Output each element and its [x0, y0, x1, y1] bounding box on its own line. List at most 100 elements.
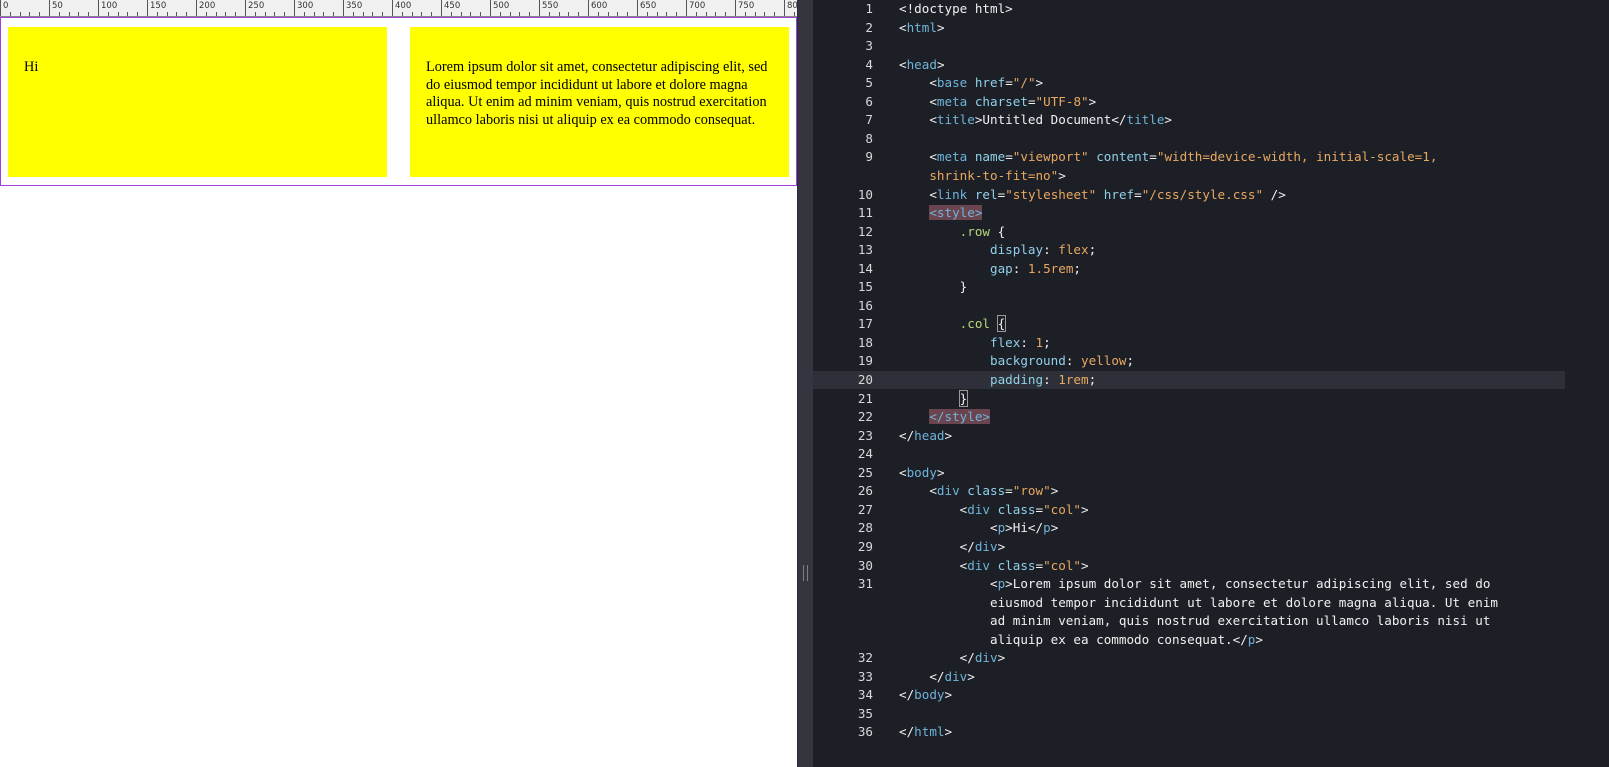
code-token: 1: [1035, 334, 1044, 350]
code-text: <html>: [899, 19, 945, 38]
line-number: 19: [857, 353, 873, 369]
line-number: 8: [865, 130, 873, 146]
code-text: </html>: [899, 723, 952, 742]
code-token: <: [899, 464, 907, 480]
code-text: eiusmod tempor incididunt ut labore et d…: [899, 594, 1498, 613]
code-line[interactable]: 34 </body>: [813, 686, 1609, 705]
preview-col-2[interactable]: Lorem ipsum dolor sit amet, consectetur …: [410, 27, 789, 177]
line-number: 18: [857, 334, 873, 350]
code-token: gap: [899, 260, 1013, 276]
code-line[interactable]: 4 <head>: [813, 56, 1609, 75]
code-line[interactable]: 15 }: [813, 278, 1609, 297]
line-number: 16: [857, 297, 873, 313]
code-token: :: [1043, 372, 1059, 387]
code-line[interactable]: 32 </div>: [813, 649, 1609, 668]
ruler-tick: [29, 12, 30, 16]
code-text: </div>: [899, 668, 975, 687]
code-token: >: [1088, 93, 1097, 109]
line-number: 21: [857, 390, 873, 406]
code-token: <: [899, 149, 937, 165]
code-line[interactable]: 29 </div>: [813, 538, 1609, 557]
code-token: </: [899, 687, 915, 703]
ruler-tick: [686, 0, 687, 16]
ruler-label: 200: [199, 1, 216, 11]
code-line[interactable]: 19 background: yellow;: [813, 352, 1609, 371]
code-token: <: [899, 19, 907, 35]
ruler-label: 500: [493, 1, 510, 11]
ruler-label: 300: [297, 1, 314, 11]
code-token: >Hi</: [1005, 520, 1044, 536]
code-token: "viewport": [1012, 149, 1089, 165]
code-line[interactable]: 21 }: [813, 389, 1609, 409]
ruler-tick: [519, 12, 520, 16]
code-token: =: [1005, 75, 1013, 91]
ruler-tick: [225, 12, 226, 16]
code-line[interactable]: 22 </style>: [813, 408, 1609, 427]
code-token: class: [990, 557, 1036, 573]
code-token: =: [1027, 93, 1036, 109]
code-token: body: [914, 687, 945, 703]
code-token: base: [936, 75, 968, 91]
code-line[interactable]: aliquip ex ea commodo consequat.</p>: [813, 631, 1609, 650]
code-token: title: [936, 112, 975, 128]
code-line[interactable]: 8: [813, 130, 1609, 149]
code-token: <: [899, 93, 937, 109]
code-line[interactable]: 7 <title>Untitled Document</title>: [813, 111, 1609, 130]
ruler-tick: [500, 12, 501, 16]
code-line[interactable]: 30 <div class="col">: [813, 557, 1609, 576]
code-token: html: [914, 724, 945, 740]
code-line[interactable]: 14 gap: 1.5rem;: [813, 260, 1609, 279]
code-line[interactable]: 24: [813, 445, 1609, 464]
code-line[interactable]: 16: [813, 297, 1609, 316]
code-line[interactable]: 17 .col {: [813, 315, 1609, 334]
code-line[interactable]: eiusmod tempor incididunt ut labore et d…: [813, 594, 1609, 613]
line-number: 30: [857, 557, 873, 573]
code-token: head: [906, 56, 937, 72]
code-line[interactable]: 25 <body>: [813, 464, 1609, 483]
code-line[interactable]: 35: [813, 705, 1609, 724]
splitter-grip-icon[interactable]: [803, 565, 808, 581]
code-line[interactable]: 20 padding: 1rem;: [813, 371, 1609, 390]
code-token: :: [1065, 353, 1081, 369]
ruler-label: 750: [738, 1, 755, 11]
code-token: "width=device-width, initial-scale=1,: [1156, 149, 1438, 165]
code-line[interactable]: 5 <base href="/">: [813, 74, 1609, 93]
code-line[interactable]: 27 <div class="col">: [813, 501, 1609, 520]
ruler-tick: [137, 12, 138, 16]
code-line[interactable]: 6 <meta charset="UTF-8">: [813, 93, 1609, 112]
code-line[interactable]: 36 </html>: [813, 723, 1609, 742]
code-token: />: [1263, 186, 1286, 202]
code-line[interactable]: 3: [813, 37, 1609, 56]
code-line[interactable]: 33 </div>: [813, 668, 1609, 687]
code-line[interactable]: 11 <style>: [813, 204, 1609, 223]
code-line[interactable]: 18 flex: 1;: [813, 334, 1609, 353]
code-line[interactable]: 13 display: flex;: [813, 241, 1609, 260]
code-line[interactable]: 23 </head>: [813, 427, 1609, 446]
code-token: ;: [1088, 242, 1097, 258]
code-line[interactable]: 28 <p>Hi</p>: [813, 519, 1609, 538]
code-editor[interactable]: 1 <!doctype html> 2 <html> 3 4 <head> 5 <base h…: [813, 0, 1609, 767]
pane-splitter[interactable]: [797, 0, 814, 767]
code-line[interactable]: 26 <div class="row">: [813, 482, 1609, 501]
code-line[interactable]: ad minim veniam, quis nostrud exercitati…: [813, 612, 1609, 631]
preview-col-1[interactable]: Hi: [8, 27, 387, 177]
code-line[interactable]: shrink-to-fit=no">: [813, 167, 1609, 186]
ruler-tick: [608, 12, 609, 16]
code-text: gap: 1.5rem;: [899, 260, 1081, 279]
ruler-tick: [216, 12, 217, 16]
code-token: head: [914, 427, 945, 443]
code-line[interactable]: 1 <!doctype html>: [813, 0, 1609, 19]
ruler-tick: [402, 12, 403, 16]
code-line[interactable]: 12 .row {: [813, 223, 1609, 242]
code-line[interactable]: 31 <p>Lorem ipsum dolor sit amet, consec…: [813, 575, 1609, 594]
ruler-tick: [461, 12, 462, 16]
code-line[interactable]: 10 <link rel="stylesheet" href="/css/sty…: [813, 186, 1609, 205]
ruler-tick: [265, 12, 266, 16]
code-token: ad minim veniam, quis nostrud exercitati…: [899, 613, 1491, 629]
line-number: 12: [857, 223, 873, 239]
code-text: <head>: [899, 56, 945, 75]
ruler-tick: [657, 12, 658, 16]
code-line[interactable]: 9 <meta name="viewport" content="width=d…: [813, 148, 1609, 167]
code-line[interactable]: 2 <html>: [813, 19, 1609, 38]
